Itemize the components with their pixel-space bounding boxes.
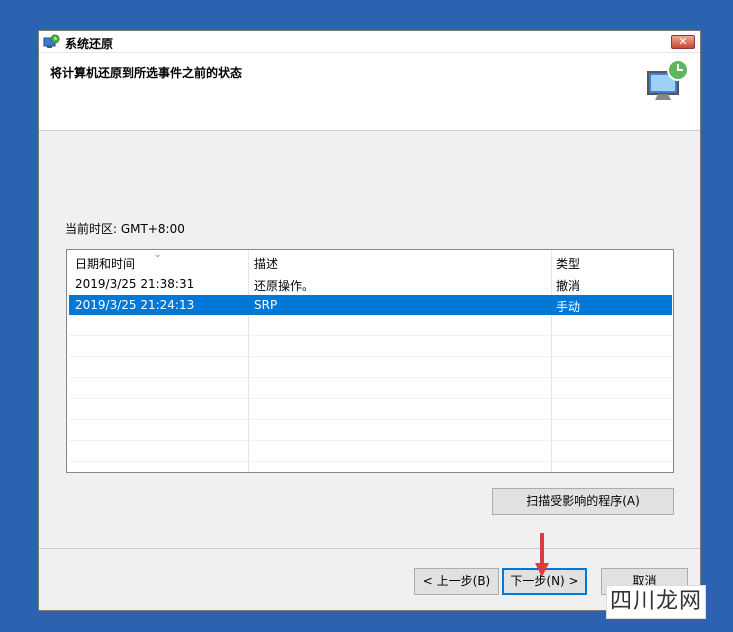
system-restore-icon (43, 34, 60, 48)
restore-points-table[interactable]: ⌄ 日期和时间 描述 类型 2019/3/25 21:38:31 还原操作。 撤… (66, 249, 674, 473)
empty-row (69, 442, 672, 462)
close-button[interactable]: ✕ (671, 35, 695, 49)
monitor-restore-icon (647, 59, 689, 100)
column-header-description[interactable]: 描述 (254, 255, 278, 272)
empty-row (69, 358, 672, 378)
empty-row (69, 421, 672, 441)
table-row-selected[interactable]: 2019/3/25 21:24:13 SRP 手动 (69, 295, 672, 315)
system-restore-window: 系统还原 ✕ 将计算机还原到所选事件之前的状态 当前时区: GMT+8:00 ⌄… (38, 30, 701, 611)
scan-affected-programs-button[interactable]: 扫描受影响的程序(A) (492, 488, 674, 515)
window-title: 系统还原 (65, 37, 114, 51)
timezone-label: 当前时区: GMT+8:00 (65, 222, 185, 236)
table-row[interactable]: 2019/3/25 21:38:31 还原操作。 撤消 (69, 274, 672, 294)
row-date: 2019/3/25 21:24:13 (75, 298, 195, 312)
header-panel: 将计算机还原到所选事件之前的状态 (39, 53, 700, 131)
row-description: 还原操作。 (254, 279, 315, 293)
page-title: 将计算机还原到所选事件之前的状态 (50, 66, 243, 80)
watermark-logo: 四川龙网 (606, 585, 706, 619)
column-header-type[interactable]: 类型 (556, 255, 580, 272)
row-description: SRP (254, 298, 278, 312)
empty-row (69, 379, 672, 399)
empty-row (69, 400, 672, 420)
row-type: 手动 (556, 300, 581, 314)
table-header[interactable]: ⌄ 日期和时间 描述 类型 (69, 250, 672, 272)
empty-row (69, 316, 672, 336)
footer-divider (39, 548, 700, 549)
row-type: 撤消 (556, 279, 581, 293)
empty-row (69, 337, 672, 357)
column-header-date[interactable]: 日期和时间 (75, 255, 135, 272)
red-down-arrow-icon (535, 533, 549, 577)
sort-indicator-icon: ⌄ (154, 250, 162, 260)
title-bar[interactable]: 系统还原 ✕ (39, 31, 700, 53)
row-date: 2019/3/25 21:38:31 (75, 277, 195, 291)
back-button[interactable]: < 上一步(B) (414, 568, 499, 595)
